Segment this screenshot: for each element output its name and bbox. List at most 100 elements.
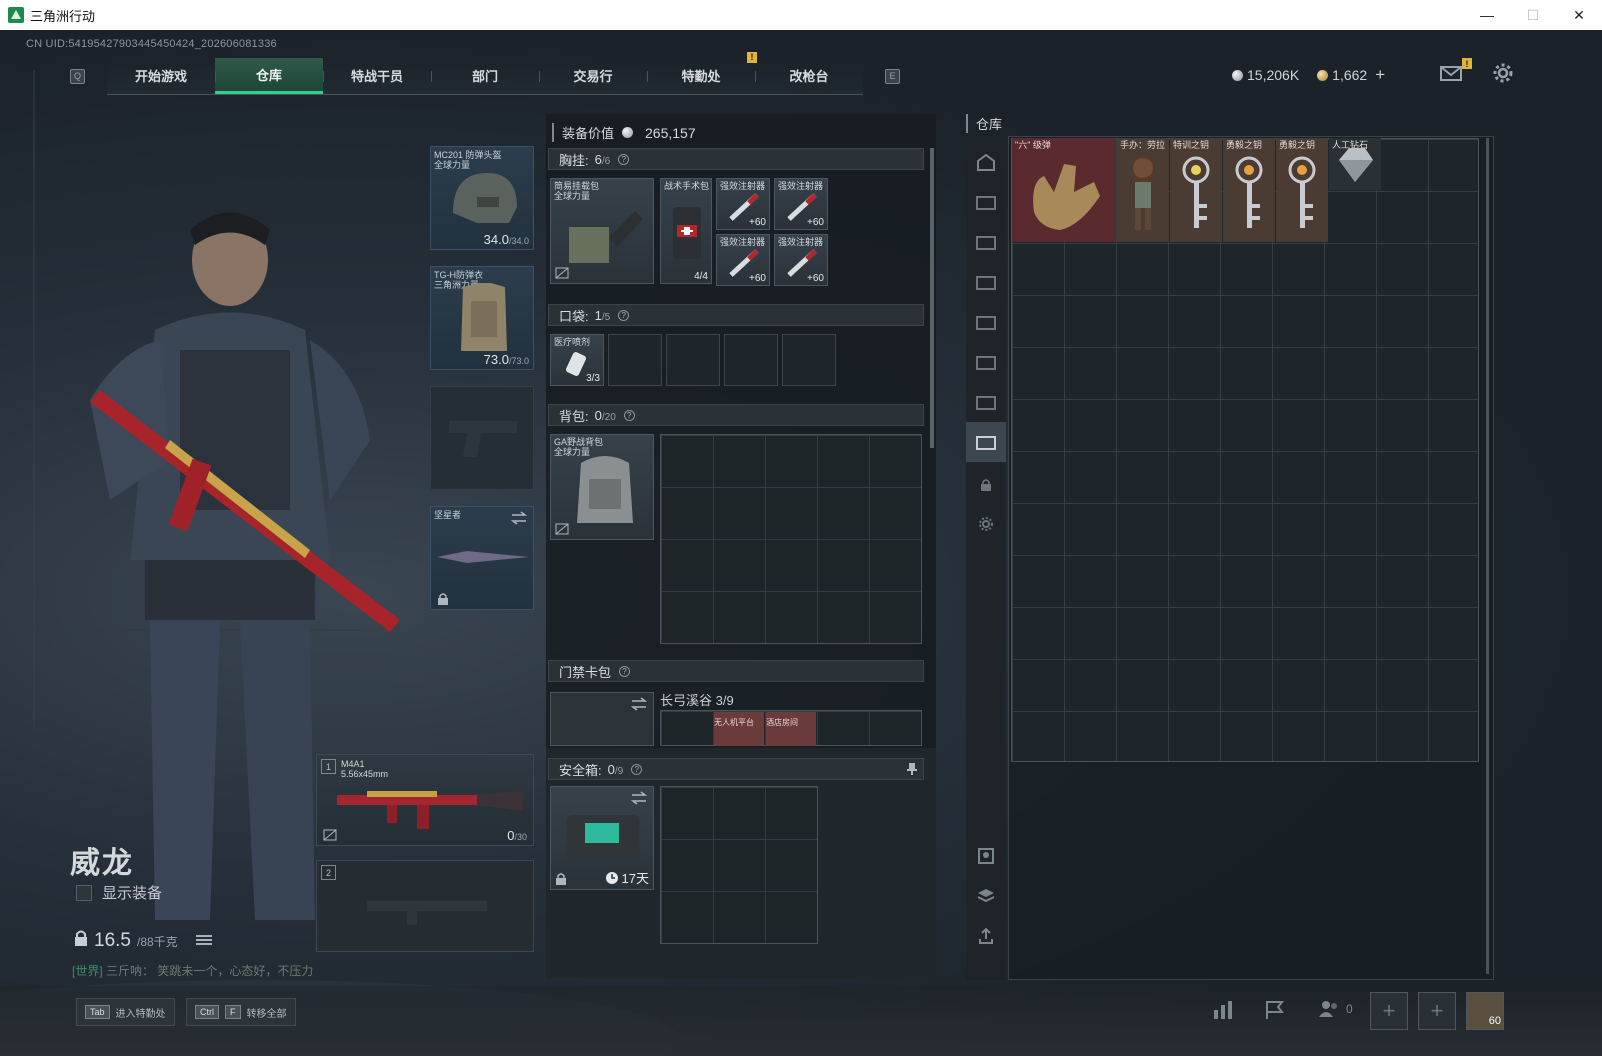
maximize-button[interactable]: ☐ — [1510, 0, 1556, 30]
primary-weapon-slot[interactable]: 1 M4A1 5.56x45mm 0/30 — [316, 754, 534, 846]
rig-item-injector[interactable]: 强效注射器 +60 — [716, 178, 770, 230]
keycard-item[interactable]: 无人机平台 — [714, 712, 764, 746]
tab-trading[interactable]: 交易行 — [539, 58, 647, 94]
list-icon[interactable] — [195, 934, 212, 946]
pistol-slot[interactable] — [430, 386, 534, 490]
stack-button[interactable] — [966, 876, 1006, 916]
player-avatar[interactable]: 60 — [1466, 992, 1504, 1030]
show-equipment-label: 显示装备 — [102, 885, 163, 902]
loadout-scrollbar[interactable] — [930, 148, 934, 448]
invite-slot-button[interactable]: + — [1418, 992, 1456, 1030]
filter-tab-button[interactable] — [966, 422, 1006, 462]
safebox-container[interactable]: 17天 — [550, 786, 654, 890]
invite-slot-button[interactable]: + — [1370, 992, 1408, 1030]
melee-slot[interactable]: 坚星者 — [430, 506, 534, 610]
help-icon[interactable]: ? — [619, 665, 631, 677]
warehouse-item[interactable]: "六" 级弹 — [1012, 138, 1116, 242]
uid-label: CN UID:54195427903445450424_202606081336 — [26, 38, 277, 50]
settings-gear-icon[interactable] — [1492, 62, 1514, 84]
folder-icon — [976, 356, 996, 370]
friends-online[interactable]: 0 — [1318, 1000, 1353, 1018]
tab-special-ops-hint[interactable]: Tab 进入特勤处 — [76, 998, 175, 1026]
safebox-timer: 17天 — [621, 871, 649, 886]
mail-button[interactable]: ! — [1440, 58, 1472, 82]
minimize-button[interactable]: — — [1464, 0, 1510, 30]
hint-text: 转移全部 — [246, 1008, 287, 1020]
pocket-empty-slot[interactable] — [608, 334, 662, 386]
armor-durability: 73.0 — [483, 352, 509, 367]
flag-icon[interactable] — [1264, 1000, 1286, 1020]
warehouse-item[interactable]: 人工钻石 — [1329, 138, 1381, 190]
backpack-container[interactable]: GA野战背包 全球力量 — [550, 434, 654, 540]
injector-qty: +60 — [749, 273, 766, 284]
lock-icon — [556, 873, 566, 885]
pocket-empty-slot[interactable] — [724, 334, 778, 386]
f-key: F — [225, 1005, 241, 1019]
rig-item-injector[interactable]: 强效注射器 +60 — [716, 234, 770, 286]
secondary-weapon-slot[interactable]: 2 — [316, 860, 534, 952]
filter-tab-button[interactable] — [966, 342, 1006, 382]
helmet-icon — [453, 173, 517, 223]
nav-prev-key[interactable]: Q — [70, 68, 85, 84]
filter-all-button[interactable] — [966, 142, 1006, 182]
injector-name: 强效注射器 — [778, 237, 824, 247]
filter-tab-button[interactable] — [966, 382, 1006, 422]
pocket-empty-slot[interactable] — [782, 334, 836, 386]
pin-icon[interactable] — [907, 763, 917, 775]
close-button[interactable]: ✕ — [1556, 0, 1602, 30]
locked-tab-button[interactable] — [966, 464, 1006, 504]
transfer-button[interactable] — [966, 916, 1006, 956]
friends-count: 0 — [1346, 1002, 1353, 1016]
world-chat[interactable]: [世界] 三斤呐： 笑跳未一个，心态好，不压力 — [72, 962, 313, 979]
warehouse-scrollbar[interactable] — [1486, 138, 1489, 974]
backpack-grid[interactable] — [660, 434, 922, 644]
tab-warehouse[interactable]: 仓库 — [215, 57, 323, 94]
filter-tab-button[interactable] — [966, 302, 1006, 342]
injector-qty: +60 — [749, 217, 766, 228]
show-equipment-toggle[interactable]: 显示装备 — [76, 882, 162, 903]
rig-item-injector[interactable]: 强效注射器 +60 — [774, 178, 828, 230]
stats-chart-icon[interactable] — [1212, 1000, 1234, 1020]
helmet-slot[interactable]: MC201 防弹头盔 全球力量 34.0/34.0 — [430, 146, 534, 250]
armor-slot[interactable]: TG-H防弹衣 三角洲力量 73.0/73.0 — [430, 266, 534, 370]
show-equipment-checkbox[interactable] — [76, 884, 92, 901]
add-currency-button[interactable]: + — [1375, 65, 1385, 85]
warehouse-item[interactable]: 特训之钥 — [1170, 138, 1222, 242]
pocket-header: 口袋: 1/5 ? — [548, 304, 924, 326]
keycard-case[interactable] — [550, 692, 654, 746]
safebox-grid[interactable] — [660, 786, 818, 944]
insured-icon — [555, 267, 569, 279]
warehouse-item[interactable]: 勇毅之钥 — [1223, 138, 1275, 242]
tab-operators[interactable]: 特战干员 — [323, 58, 431, 94]
filter-tab-button[interactable] — [966, 222, 1006, 262]
nav-next-key[interactable]: E — [885, 68, 900, 84]
warehouse-item[interactable]: 手办：劳拉 — [1117, 138, 1169, 242]
rig-item-surgery-kit[interactable]: 战术手术包 4/4 — [660, 178, 712, 284]
pocket-item-medical-spray[interactable]: 医疗喷剂 3/3 — [550, 334, 604, 386]
filter-tab-button[interactable] — [966, 182, 1006, 222]
transfer-all-hint[interactable]: Ctrl F 转移全部 — [186, 998, 296, 1026]
filter-tab-button[interactable] — [966, 262, 1006, 302]
rig-item-injector[interactable]: 强效注射器 +60 — [774, 234, 828, 286]
sort-button[interactable] — [966, 836, 1006, 876]
tab-department[interactable]: 部门 — [431, 58, 539, 94]
keycard-item[interactable]: 酒店房间 — [766, 712, 816, 746]
swap-icon[interactable] — [631, 697, 647, 711]
pocket-empty-slot[interactable] — [666, 334, 720, 386]
warehouse-settings-button[interactable] — [966, 504, 1006, 544]
tab-gunsmith[interactable]: 改枪台 — [755, 58, 863, 94]
help-icon[interactable]: ? — [618, 153, 630, 165]
help-icon[interactable]: ? — [623, 409, 635, 421]
medical-spray-qty: 3/3 — [586, 373, 600, 384]
tab-special-ops[interactable]: 特勤处 ! — [647, 51, 757, 94]
warehouse-item[interactable]: 勇毅之钥 — [1276, 138, 1328, 242]
help-icon[interactable]: ? — [631, 763, 643, 775]
avatar-level: 60 — [1488, 1015, 1501, 1027]
swap-icon[interactable] — [511, 511, 527, 525]
help-icon[interactable]: ? — [618, 309, 630, 321]
swap-icon[interactable] — [631, 791, 647, 805]
currency-bar: 15,206K 1,662 + — [1232, 65, 1385, 85]
tab-start-game[interactable]: 开始游戏 — [107, 58, 215, 94]
chest-rig-container[interactable]: 简易挂载包 全球力量 — [550, 178, 654, 284]
pocket-max: /5 — [601, 311, 611, 323]
